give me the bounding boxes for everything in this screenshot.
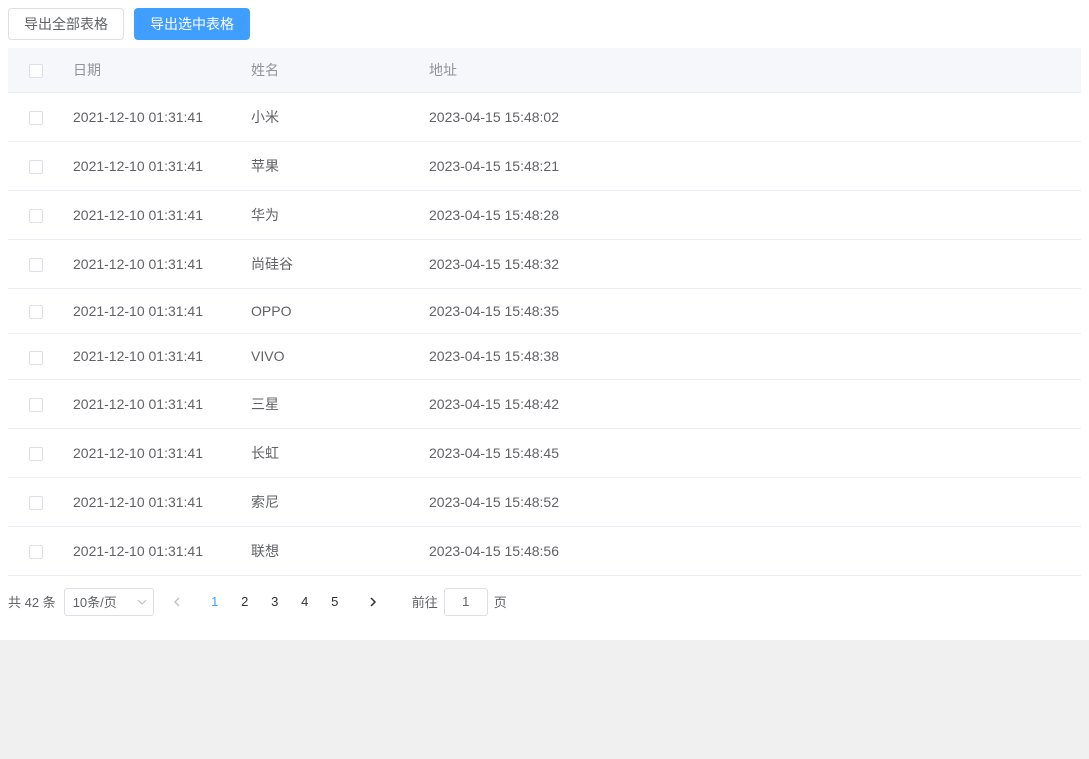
page-number-button[interactable]: 3 — [260, 588, 290, 616]
cell-date: 2021-12-10 01:31:41 — [63, 191, 241, 240]
row-checkbox-cell — [8, 289, 63, 334]
header-name: 姓名 — [241, 48, 419, 93]
jump-suffix-label: 页 — [494, 592, 507, 611]
cell-date: 2021-12-10 01:31:41 — [63, 289, 241, 334]
cell-date: 2021-12-10 01:31:41 — [63, 334, 241, 379]
export-selected-button[interactable]: 导出选中表格 — [134, 8, 250, 40]
row-checkbox[interactable] — [29, 160, 43, 174]
row-checkbox-cell — [8, 142, 63, 191]
cell-address: 2023-04-15 15:48:56 — [419, 526, 1081, 575]
cell-address: 2023-04-15 15:48:32 — [419, 240, 1081, 289]
row-checkbox-cell — [8, 526, 63, 575]
row-checkbox[interactable] — [29, 545, 43, 559]
cell-address: 2023-04-15 15:48:28 — [419, 191, 1081, 240]
table-row: 2021-12-10 01:31:41OPPO2023-04-15 15:48:… — [8, 289, 1081, 334]
cell-address: 2023-04-15 15:48:21 — [419, 142, 1081, 191]
export-all-button[interactable]: 导出全部表格 — [8, 8, 124, 40]
row-checkbox[interactable] — [29, 496, 43, 510]
cell-name: 长虹 — [241, 428, 419, 477]
toolbar: 导出全部表格 导出选中表格 — [8, 8, 1081, 40]
cell-date: 2021-12-10 01:31:41 — [63, 240, 241, 289]
cell-date: 2021-12-10 01:31:41 — [63, 526, 241, 575]
page-number-button[interactable]: 2 — [230, 588, 260, 616]
table-row: 2021-12-10 01:31:41VIVO2023-04-15 15:48:… — [8, 334, 1081, 379]
cell-name: VIVO — [241, 334, 419, 379]
cell-address: 2023-04-15 15:48:35 — [419, 289, 1081, 334]
data-table: 日期 姓名 地址 2021-12-10 01:31:41小米2023-04-15… — [8, 48, 1081, 576]
prev-page-button[interactable] — [162, 588, 192, 616]
cell-address: 2023-04-15 15:48:42 — [419, 379, 1081, 428]
cell-address: 2023-04-15 15:48:45 — [419, 428, 1081, 477]
cell-date: 2021-12-10 01:31:41 — [63, 93, 241, 142]
jump-prefix-label: 前往 — [412, 592, 438, 611]
row-checkbox[interactable] — [29, 305, 43, 319]
row-checkbox-cell — [8, 334, 63, 379]
row-checkbox-cell — [8, 428, 63, 477]
cell-address: 2023-04-15 15:48:52 — [419, 477, 1081, 526]
page-number-button[interactable]: 4 — [290, 588, 320, 616]
table-row: 2021-12-10 01:31:41长虹2023-04-15 15:48:45 — [8, 428, 1081, 477]
table-row: 2021-12-10 01:31:41华为2023-04-15 15:48:28 — [8, 191, 1081, 240]
table-row: 2021-12-10 01:31:41三星2023-04-15 15:48:42 — [8, 379, 1081, 428]
header-date: 日期 — [63, 48, 241, 93]
row-checkbox[interactable] — [29, 209, 43, 223]
chevron-down-icon — [137, 597, 147, 607]
row-checkbox-cell — [8, 93, 63, 142]
page-size-label: 10条/页 — [73, 592, 117, 611]
row-checkbox[interactable] — [29, 398, 43, 412]
cell-name: 三星 — [241, 379, 419, 428]
cell-date: 2021-12-10 01:31:41 — [63, 428, 241, 477]
cell-name: 联想 — [241, 526, 419, 575]
row-checkbox[interactable] — [29, 111, 43, 125]
table-header-row: 日期 姓名 地址 — [8, 48, 1081, 93]
cell-name: OPPO — [241, 289, 419, 334]
pagination: 共 42 条 10条/页 12345 前往 页 — [8, 588, 1081, 616]
row-checkbox[interactable] — [29, 351, 43, 365]
next-page-button[interactable] — [358, 588, 388, 616]
cell-date: 2021-12-10 01:31:41 — [63, 142, 241, 191]
row-checkbox-cell — [8, 477, 63, 526]
header-address: 地址 — [419, 48, 1081, 93]
page-jump-input[interactable] — [444, 588, 488, 616]
row-checkbox[interactable] — [29, 258, 43, 272]
cell-name: 苹果 — [241, 142, 419, 191]
table-row: 2021-12-10 01:31:41苹果2023-04-15 15:48:21 — [8, 142, 1081, 191]
select-all-checkbox[interactable] — [29, 64, 43, 78]
row-checkbox-cell — [8, 379, 63, 428]
page-jump: 前往 页 — [412, 588, 507, 616]
table-row: 2021-12-10 01:31:41小米2023-04-15 15:48:02 — [8, 93, 1081, 142]
chevron-right-icon — [368, 597, 378, 607]
cell-date: 2021-12-10 01:31:41 — [63, 477, 241, 526]
cell-address: 2023-04-15 15:48:02 — [419, 93, 1081, 142]
row-checkbox[interactable] — [29, 447, 43, 461]
chevron-left-icon — [172, 597, 182, 607]
cell-date: 2021-12-10 01:31:41 — [63, 379, 241, 428]
pagination-total: 共 42 条 — [8, 592, 56, 611]
table-row: 2021-12-10 01:31:41联想2023-04-15 15:48:56 — [8, 526, 1081, 575]
cell-name: 索尼 — [241, 477, 419, 526]
page-number-button[interactable]: 1 — [200, 588, 230, 616]
cell-name: 尚硅谷 — [241, 240, 419, 289]
page-size-select[interactable]: 10条/页 — [64, 588, 154, 616]
row-checkbox-cell — [8, 191, 63, 240]
cell-name: 小米 — [241, 93, 419, 142]
table-row: 2021-12-10 01:31:41索尼2023-04-15 15:48:52 — [8, 477, 1081, 526]
table-row: 2021-12-10 01:31:41尚硅谷2023-04-15 15:48:3… — [8, 240, 1081, 289]
cell-name: 华为 — [241, 191, 419, 240]
row-checkbox-cell — [8, 240, 63, 289]
cell-address: 2023-04-15 15:48:38 — [419, 334, 1081, 379]
page-number-button[interactable]: 5 — [320, 588, 350, 616]
header-checkbox-cell — [8, 48, 63, 93]
